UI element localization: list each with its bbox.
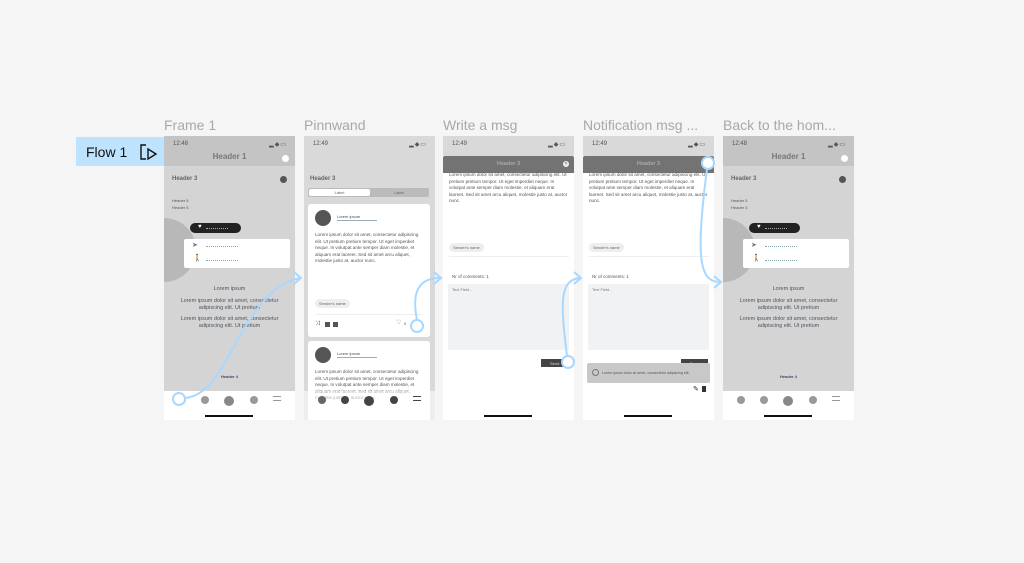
connector bbox=[561, 277, 581, 357]
connector bbox=[699, 168, 721, 283]
connector-start bbox=[561, 355, 575, 369]
prototype-connectors bbox=[172, 156, 723, 406]
connector bbox=[184, 277, 301, 399]
connector-start bbox=[410, 319, 424, 333]
connector bbox=[414, 277, 441, 321]
connector-start bbox=[701, 156, 715, 170]
connector-start bbox=[172, 392, 186, 406]
